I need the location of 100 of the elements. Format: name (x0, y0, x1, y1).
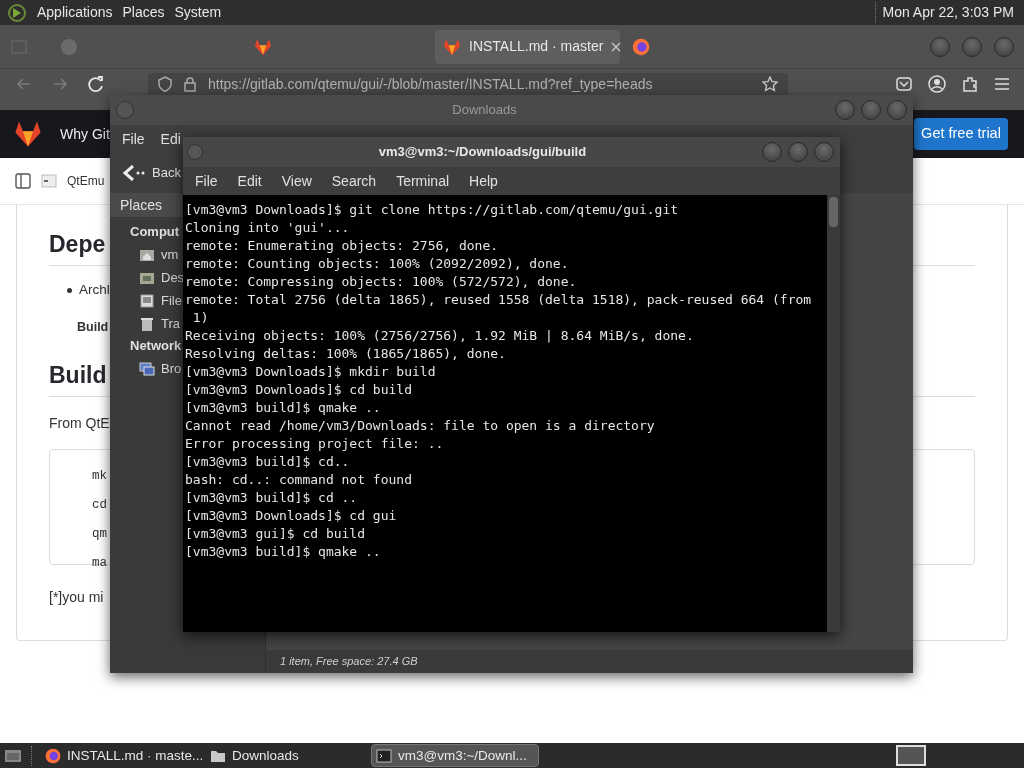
address-bar[interactable]: https://gitlab.com/qtemu/gui/-/blob/master/INSTALL.md?ref_type=heads (148, 73, 788, 95)
menu-item[interactable]: Edi (160, 128, 181, 150)
terminal-line: [vm3@vm3 Downloads]$ mkdir build (185, 364, 436, 379)
fox-icon (14, 120, 42, 148)
window-control-button[interactable] (814, 142, 834, 162)
pocket-icon (896, 77, 912, 91)
distro-logo-icon (8, 3, 26, 22)
star-icon (762, 76, 778, 92)
browser-tab[interactable]: INSTALL.md · master (435, 29, 620, 64)
network-icon (139, 360, 155, 377)
status-text: 1 item, Free space: 27.4 GB (280, 654, 418, 670)
workspace-switcher[interactable] (896, 745, 926, 766)
terminal-line: remote: Compressing objects: 100% (572/572), done. (185, 274, 577, 289)
paragraph: From QtE (49, 415, 110, 432)
shield-icon (158, 76, 172, 92)
panel-menu[interactable]: Applications (32, 2, 118, 23)
window-control-button[interactable] (788, 142, 808, 162)
terminal-line: [vm3@vm3 Downloads]$ git clone https://gitlab.com/qtemu/gui.git (185, 202, 679, 217)
menu-icon (994, 77, 1010, 91)
code-line: qm (92, 527, 107, 542)
window-control-button[interactable] (887, 100, 907, 120)
window-control-button[interactable] (930, 36, 950, 57)
terminal-line: [vm3@vm3 Downloads]$ cd build (185, 382, 412, 397)
terminal-line: remote: Counting objects: 100% (2092/2092), done. (185, 256, 569, 271)
sidebar-header: Comput (130, 223, 180, 241)
scrollbar-thumb[interactable] (829, 197, 838, 227)
menu-item[interactable]: Terminal (396, 170, 450, 192)
paragraph: [*]you mi (49, 589, 104, 606)
scrollbar[interactable] (827, 195, 840, 632)
lock-icon (184, 76, 196, 92)
terminal-line: remote: Total 2756 (delta 1865), reused 1558 (delta 1518), pack-reused 664 (from (185, 292, 812, 307)
fox-icon (254, 37, 272, 56)
window-control-button[interactable] (835, 100, 855, 120)
project-avatar-icon (41, 173, 57, 189)
clock: Mon Apr 22, 3:03 PM (875, 2, 1016, 23)
bullet-icon (67, 287, 72, 293)
show-desktop-icon (4, 747, 22, 764)
sidebar-header: Network (130, 337, 182, 355)
heading: Depe (49, 231, 106, 257)
sidebar-item[interactable]: Des (139, 266, 185, 289)
code-line: mk (92, 469, 107, 484)
places-dropdown[interactable]: Places (110, 193, 182, 217)
reload-icon (86, 75, 104, 93)
menu-item[interactable]: File (122, 128, 145, 150)
account-icon (928, 75, 946, 93)
menu-item[interactable]: Search (331, 170, 377, 192)
puzzle-icon (962, 76, 978, 92)
terminal-line: [vm3@vm3 build]$ qmake .. (185, 400, 381, 415)
taskbar-button[interactable]: Downloads (206, 744, 366, 767)
code-line: ma (92, 556, 107, 571)
sidebar-item[interactable]: Tra (139, 312, 181, 335)
free-trial-button[interactable]: Get free trial (914, 118, 1008, 150)
drive-icon (139, 292, 155, 309)
terminal-line: 1) (191, 310, 209, 325)
panel-menu[interactable]: Places (117, 2, 170, 23)
terminal-line: Receiving objects: 100% (2756/2756), 1.92 MiB | 8.64 MiB/s, done. (185, 328, 694, 343)
panel-menu[interactable]: System (169, 2, 227, 23)
terminal-line: Resolving deltas: 100% (1865/1865), done. (185, 346, 506, 361)
terminal-line: [vm3@vm3 build]$ qmake .. (185, 544, 381, 559)
terminal-line: bash: cd..: command not found (185, 472, 412, 487)
taskbar-button[interactable]: INSTALL.md · maste... (41, 744, 201, 767)
heading: Build (49, 362, 107, 389)
menu-item[interactable]: View (281, 170, 312, 192)
site-nav-link[interactable]: Why Git (60, 123, 110, 145)
taskbar-button[interactable]: vm3@vm3:~/Downl... (371, 744, 539, 767)
breadcrumb-link[interactable]: QtEmu (67, 172, 105, 190)
window-control-button[interactable] (994, 36, 1014, 57)
url-text: https://gitlab.com/qtemu/gui/-/blob/master/INSTALL.md?ref_type=heads (208, 76, 654, 92)
window-control-button[interactable] (861, 100, 881, 120)
terminal-line: Cannot read /home/vm3/Downloads: file to open is a directory (185, 418, 655, 433)
list-item-text: Archl (79, 281, 110, 299)
terminal-line: [vm3@vm3 build]$ cd .. (185, 490, 358, 505)
trash-icon (139, 315, 155, 332)
terminal-line: [vm3@vm3 Downloads]$ cd gui (185, 508, 397, 523)
sidebar-toggle-icon (15, 173, 31, 189)
window-control-button[interactable] (962, 36, 982, 57)
window-title: Downloads (452, 101, 517, 120)
sidebar-item[interactable]: vm (139, 243, 179, 266)
menu-item[interactable]: Edit (237, 170, 262, 192)
bold-text: Build (77, 320, 109, 335)
terminal-line: Cloning into 'gui'... (185, 220, 350, 235)
window-control-button[interactable] (762, 142, 782, 162)
terminal-line: [vm3@vm3 build]$ cd.. (185, 454, 350, 469)
sidebar-item[interactable]: File (139, 289, 182, 312)
menu-item[interactable]: Help (469, 170, 498, 192)
circle-icon (60, 37, 78, 56)
globe-icon (632, 37, 650, 56)
window-menu-button[interactable] (116, 101, 134, 119)
back-arrow-icon (122, 165, 146, 181)
back-button[interactable]: Back (122, 163, 181, 183)
window-title: vm3@vm3:~/Downloads/gui/build (378, 143, 587, 162)
window-menu-button[interactable] (187, 144, 203, 160)
fox-icon (443, 37, 461, 56)
menu-item[interactable]: File (195, 170, 218, 192)
terminal-line: Error processing project file: .. (185, 436, 444, 451)
sidebar-item[interactable]: Bro (139, 357, 182, 380)
close-icon (611, 41, 622, 52)
terminal-line: [vm3@vm3 gui]$ cd build (185, 526, 365, 541)
terminal-icon (376, 747, 392, 764)
terminal-line: remote: Enumerating objects: 2756, done. (185, 238, 499, 253)
